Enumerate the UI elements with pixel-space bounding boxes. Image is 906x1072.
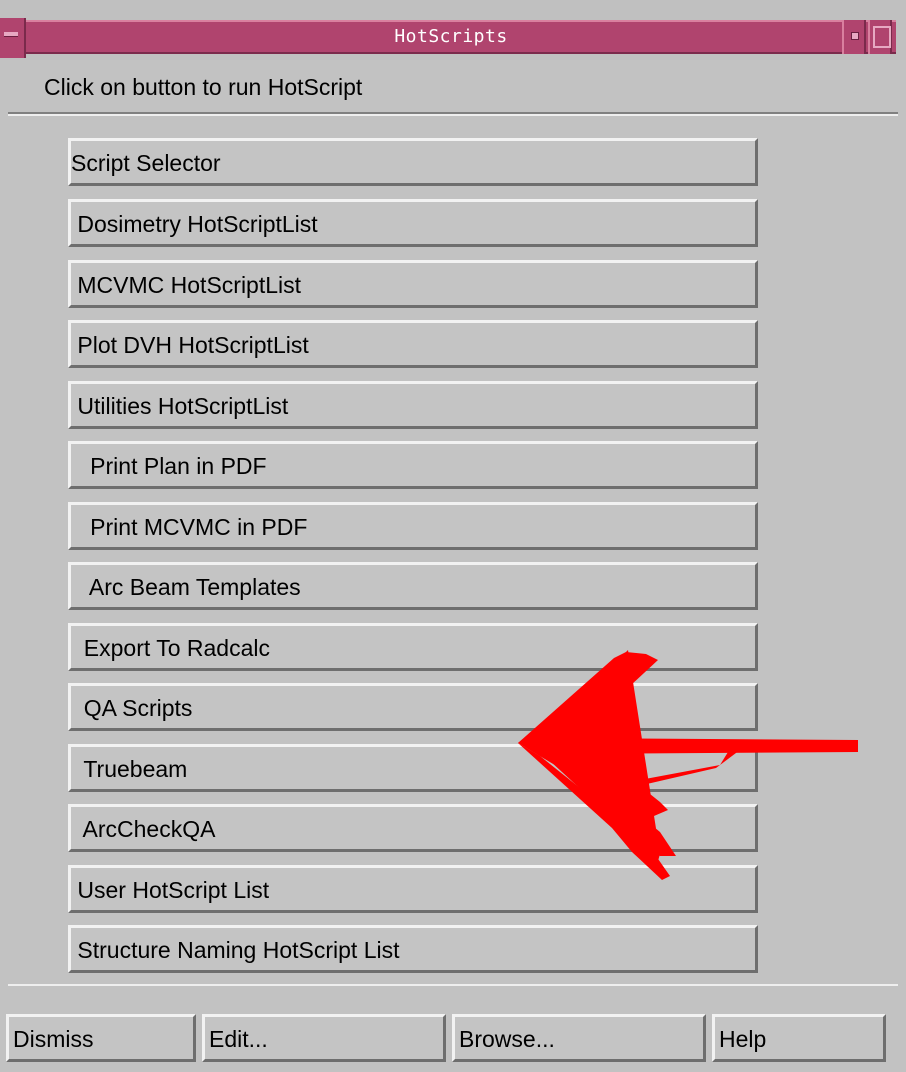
browse-button[interactable]: Browse...	[452, 1014, 706, 1062]
title-strip[interactable]: HotScripts	[0, 18, 896, 58]
maximize-icon[interactable]	[868, 20, 892, 54]
export-to-radcalc-button[interactable]: Export To Radcalc	[68, 623, 758, 671]
minimize-icon[interactable]	[842, 20, 866, 54]
header: Click on button to run HotScript	[8, 60, 898, 114]
print-plan-pdf-button[interactable]: Print Plan in PDF	[68, 441, 758, 489]
help-button[interactable]: Help	[712, 1014, 886, 1062]
instruction-label: Click on button to run HotScript	[44, 74, 363, 100]
qa-scripts-button[interactable]: QA Scripts	[68, 683, 758, 731]
plot-dvh-hotscriptlist-button[interactable]: Plot DVH HotScriptList	[68, 320, 758, 368]
hotscripts-window: HotScripts Click on button to run HotScr…	[0, 0, 906, 1072]
print-mcvmc-pdf-button[interactable]: Print MCVMC in PDF	[68, 502, 758, 550]
dismiss-button[interactable]: Dismiss	[6, 1014, 196, 1062]
bottom-button-bar: Dismiss Edit... Browse... Help	[0, 988, 906, 1072]
dosimetry-hotscriptlist-button[interactable]: Dosimetry HotScriptList	[68, 199, 758, 247]
utilities-hotscriptlist-button[interactable]: Utilities HotScriptList	[68, 381, 758, 429]
user-hotscript-list-button[interactable]: User HotScript List	[68, 865, 758, 913]
arc-beam-templates-button[interactable]: Arc Beam Templates	[68, 562, 758, 610]
mcvmc-hotscriptlist-button[interactable]: MCVMC HotScriptList	[68, 260, 758, 308]
structure-naming-hotscript-list-button[interactable]: Structure Naming HotScript List	[68, 925, 758, 973]
script-button-panel: Script Selector Dosimetry HotScriptList …	[8, 114, 898, 986]
truebeam-button[interactable]: Truebeam	[68, 744, 758, 792]
window-title: HotScripts	[394, 26, 508, 47]
title-bar[interactable]: HotScripts	[0, 0, 906, 60]
script-selector-button[interactable]: Script Selector	[68, 138, 758, 186]
edit-button[interactable]: Edit...	[202, 1014, 446, 1062]
arccheckqa-button[interactable]: ArcCheckQA	[68, 804, 758, 852]
